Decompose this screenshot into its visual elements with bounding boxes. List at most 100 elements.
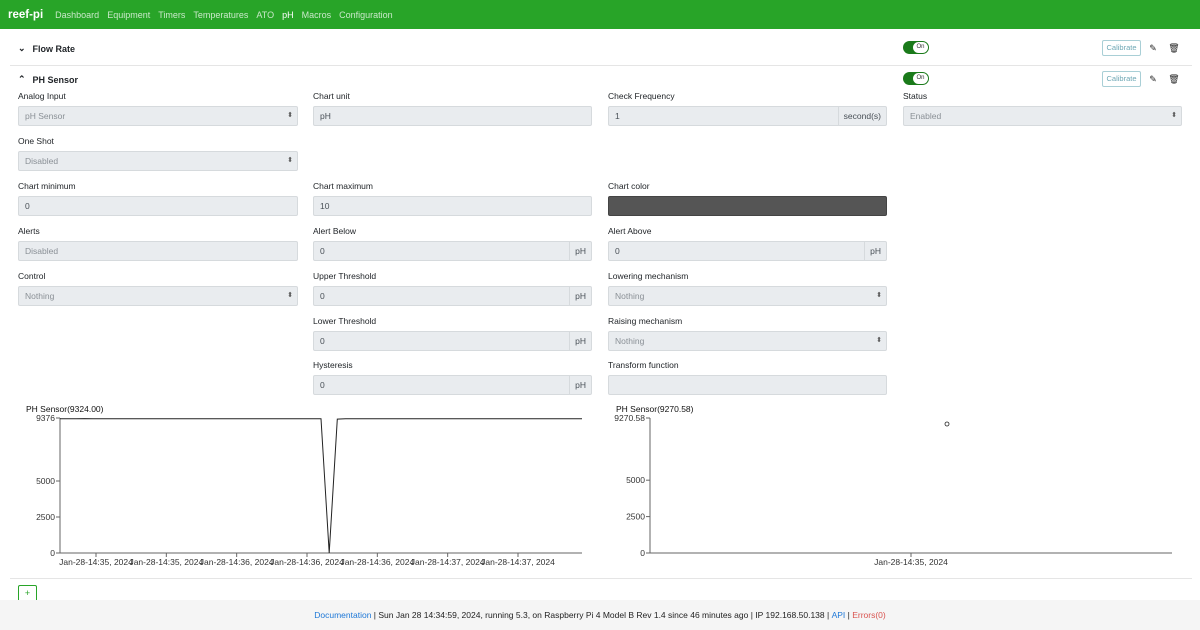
- status-value: Enabled: [910, 111, 942, 121]
- analog-input-label: Analog Input: [18, 91, 66, 101]
- nav-timers[interactable]: Timers: [158, 10, 185, 20]
- documentation-link[interactable]: Documentation: [314, 610, 371, 620]
- nav-ph[interactable]: pH: [282, 10, 294, 20]
- analog-input-value: pH Sensor: [25, 111, 66, 121]
- y-tick-label: 5000: [36, 476, 55, 486]
- flow-rate-toggle[interactable]: On: [903, 41, 929, 54]
- errors-link[interactable]: Errors(0): [852, 610, 886, 620]
- data-point: [944, 421, 950, 427]
- alert-above-value: 0: [615, 246, 620, 256]
- y-tick-label: 9270.58: [614, 413, 645, 423]
- hysteresis-value: 0: [320, 380, 325, 390]
- footer: Documentation | Sun Jan 28 14:34:59, 202…: [0, 600, 1200, 630]
- nav-configuration[interactable]: Configuration: [339, 10, 393, 20]
- ph-sensor-toggle[interactable]: On: [903, 72, 929, 85]
- select-arrows-icon: ⬍: [876, 337, 882, 344]
- chart-maximum-label: Chart maximum: [313, 181, 373, 191]
- chart-color-swatch[interactable]: [608, 196, 887, 216]
- one-shot-label: One Shot: [18, 136, 54, 146]
- analog-input-select[interactable]: pH Sensor ⬍: [18, 106, 298, 126]
- chart-minimum-input[interactable]: 0: [18, 196, 298, 216]
- y-tick-label: 5000: [626, 475, 645, 485]
- nav-equipment[interactable]: Equipment: [107, 10, 150, 20]
- chart-unit-label: Chart unit: [313, 91, 350, 101]
- chart-unit-input[interactable]: pH: [313, 106, 592, 126]
- y-tick-label: 0: [50, 548, 55, 558]
- lower-threshold-input[interactable]: 0 pH: [313, 331, 592, 351]
- nav-dashboard[interactable]: Dashboard: [55, 10, 99, 20]
- ph-sensor-title: PH Sensor: [32, 74, 79, 85]
- alert-above-input[interactable]: 0 pH: [608, 241, 887, 261]
- select-arrows-icon: ⬍: [287, 157, 293, 164]
- toggle-label: On: [913, 73, 928, 84]
- alert-above-label: Alert Above: [608, 226, 652, 236]
- check-frequency-value: 1: [615, 111, 620, 121]
- status-label: Status: [903, 91, 928, 101]
- edit-icon[interactable]: ✎: [1147, 42, 1159, 54]
- footer-status: Sun Jan 28 14:34:59, 2024, running 5.3, …: [378, 610, 749, 620]
- trash-icon[interactable]: 🗑: [1168, 42, 1180, 54]
- lower-threshold-value: 0: [320, 336, 325, 346]
- select-arrows-icon: ⬍: [876, 292, 882, 299]
- lowering-mechanism-select[interactable]: Nothing ⬍: [608, 286, 887, 306]
- transform-function-input[interactable]: [608, 375, 887, 395]
- check-frequency-unit: second(s): [837, 106, 886, 126]
- brand-logo[interactable]: reef-pi: [8, 9, 43, 21]
- lowering-mechanism-label: Lowering mechanism: [608, 271, 689, 281]
- y-tick-label: 9376: [36, 413, 55, 423]
- chevron-up-icon: ⌃: [18, 74, 26, 84]
- chart-color-label: Chart color: [608, 181, 650, 191]
- trash-icon[interactable]: 🗑: [1168, 73, 1180, 85]
- flow-rate-calibrate-button[interactable]: Calibrate: [1102, 40, 1141, 56]
- raising-mechanism-select[interactable]: Nothing ⬍: [608, 331, 887, 351]
- alert-below-input[interactable]: 0 pH: [313, 241, 592, 261]
- upper-threshold-unit: pH: [569, 286, 591, 306]
- control-select[interactable]: Nothing ⬍: [18, 286, 298, 306]
- footer-separator: |: [824, 610, 832, 620]
- one-shot-select[interactable]: Disabled ⬍: [18, 151, 298, 171]
- y-tick-label: 0: [640, 548, 645, 558]
- ph-sensor-line-chart: 0 2500 5000 9376 Jan-28-14:35, 2024 Jan-28-14…: [36, 413, 582, 567]
- upper-threshold-input[interactable]: 0 pH: [313, 286, 592, 306]
- x-tick-label: Jan-28-14:35, 2024: [59, 557, 133, 567]
- alert-above-unit: pH: [864, 241, 886, 261]
- ph-sensor-scatter-chart: 0 2500 5000 9270.58 Jan-28-14:35, 2024: [614, 413, 1172, 567]
- control-label: Control: [18, 271, 46, 281]
- divider: [10, 65, 1192, 66]
- ph-sensor-header[interactable]: ⌃ PH Sensor: [18, 74, 78, 85]
- hysteresis-unit: pH: [569, 375, 591, 395]
- chevron-down-icon: ⌄: [18, 43, 26, 53]
- alert-below-label: Alert Below: [313, 226, 356, 236]
- nav-ato[interactable]: ATO: [256, 10, 274, 20]
- footer-separator: |: [748, 610, 756, 620]
- flow-rate-header[interactable]: ⌄ Flow Rate: [18, 43, 75, 54]
- select-arrows-icon: ⬍: [287, 292, 293, 299]
- api-link[interactable]: API: [832, 610, 846, 620]
- alerts-select[interactable]: Disabled: [18, 241, 298, 261]
- hysteresis-label: Hysteresis: [313, 360, 353, 370]
- footer-separator: |: [371, 610, 379, 620]
- chart-maximum-input[interactable]: 10: [313, 196, 592, 216]
- raising-mechanism-label: Raising mechanism: [608, 316, 683, 326]
- upper-threshold-value: 0: [320, 291, 325, 301]
- chart-minimum-label: Chart minimum: [18, 181, 76, 191]
- x-tick-label: Jan-28-14:37, 2024: [481, 557, 555, 567]
- y-tick-label: 2500: [36, 512, 55, 522]
- top-navbar: reef-pi Dashboard Equipment Timers Tempe…: [0, 0, 1200, 29]
- status-select[interactable]: Enabled ⬍: [903, 106, 1182, 126]
- x-tick-label: Jan-28-14:36, 2024: [200, 557, 274, 567]
- ph-sensor-calibrate-button[interactable]: Calibrate: [1102, 71, 1141, 87]
- edit-icon[interactable]: ✎: [1147, 73, 1159, 85]
- nav-macros[interactable]: Macros: [302, 10, 332, 20]
- check-frequency-input[interactable]: 1 second(s): [608, 106, 887, 126]
- alert-below-unit: pH: [569, 241, 591, 261]
- alerts-value: Disabled: [25, 246, 59, 256]
- x-tick-label: Jan-28-14:36, 2024: [270, 557, 344, 567]
- series-line: [59, 418, 582, 554]
- one-shot-value: Disabled: [25, 156, 59, 166]
- nav-temperatures[interactable]: Temperatures: [193, 10, 248, 20]
- raising-mechanism-value: Nothing: [615, 336, 645, 346]
- check-frequency-label: Check Frequency: [608, 91, 675, 101]
- hysteresis-input[interactable]: 0 pH: [313, 375, 592, 395]
- y-tick-label: 2500: [626, 512, 645, 522]
